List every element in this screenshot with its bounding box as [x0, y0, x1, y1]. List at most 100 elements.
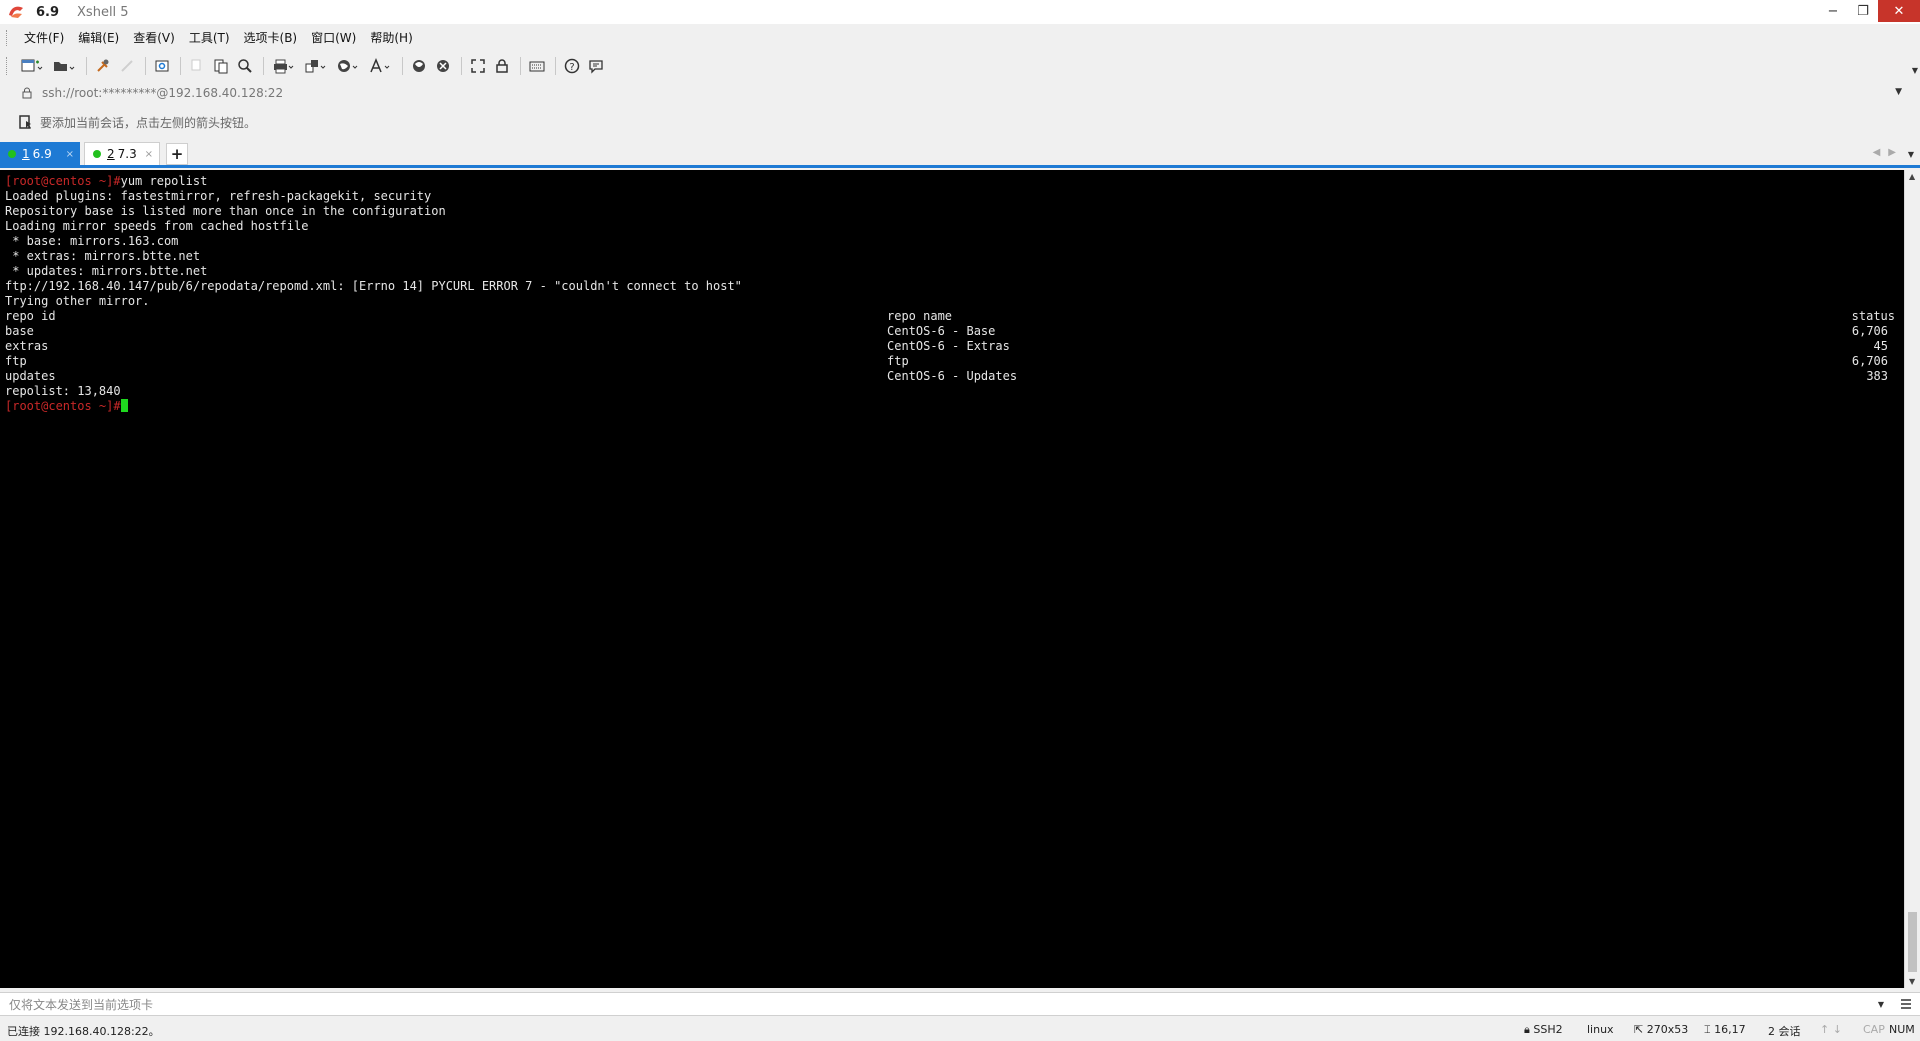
repo-id-cell: extras: [5, 339, 49, 353]
info-bar: 要添加当前会话，点击左侧的箭头按钮。: [10, 110, 1910, 134]
xshell-window: 6.9 Xshell 5 − ❐ ✕ 文件(F) 编辑(E) 查看(V) 工具(…: [0, 0, 1920, 1041]
globe-icon[interactable]: [333, 55, 363, 77]
resize-icon: ⇱: [1634, 1023, 1644, 1036]
terminal-line: * updates: mirrors.btte.net: [5, 264, 208, 278]
address-dropdown-icon[interactable]: ▼: [1895, 87, 1902, 97]
minimize-button[interactable]: −: [1818, 0, 1848, 22]
repo-status-header: status: [1851, 309, 1895, 323]
shell-prompt: [root@centos ~]#: [5, 174, 121, 188]
protocol-text: SSH2: [1533, 1023, 1563, 1036]
close-button[interactable]: ✕: [1878, 0, 1920, 22]
terminal-size-text: 270x53: [1646, 1023, 1689, 1036]
session-prev-icon[interactable]: ↑: [1820, 1023, 1829, 1036]
tab-number: 1: [22, 147, 30, 161]
scroll-down-icon[interactable]: ▼: [1909, 977, 1915, 986]
keyboard-icon[interactable]: [526, 55, 548, 77]
repo-id-header: repo id: [5, 309, 56, 323]
terminal-size-status: ⇱ 270x53: [1634, 1023, 1688, 1036]
repo-name-cell: CentOS-6 - Base: [887, 324, 996, 338]
terminal-line: Loading mirror speeds from cached hostfi…: [5, 219, 309, 233]
terminal-line: [root@centos ~]#: [5, 399, 128, 414]
toolbar-separator: [520, 57, 521, 75]
repo-status-cell: 383: [1866, 369, 1888, 383]
compose-dropdown-icon[interactable]: ▼: [1878, 1000, 1884, 1009]
repo-id-cell: base: [5, 324, 34, 338]
menu-tabs[interactable]: 选项卡(B): [237, 26, 305, 50]
menu-file[interactable]: 文件(F): [17, 26, 71, 50]
restore-button[interactable]: ❐: [1848, 0, 1878, 22]
terminal-scrollbar[interactable]: ▲ ▼: [1904, 170, 1920, 988]
properties-icon[interactable]: [151, 55, 173, 77]
shell-command: yum repolist: [120, 174, 208, 188]
tab-scroll-right-icon[interactable]: ▶: [1888, 147, 1896, 158]
terminal-line: Repository base is listed more than once…: [5, 204, 446, 218]
status-bar: 已连接 192.168.40.128:22。 🔒︎ SSH2 linux ⇱ 2…: [0, 1019, 1920, 1041]
tab-scroll-left-icon[interactable]: ◀: [1873, 147, 1881, 158]
repo-id-cell: ftp: [5, 354, 27, 368]
font-icon[interactable]: [365, 55, 395, 77]
chat-icon[interactable]: [585, 55, 607, 77]
address-bar[interactable]: ssh://root:*********@192.168.40.128:22 ▼: [10, 82, 1910, 104]
print-icon[interactable]: [269, 55, 299, 77]
transfer-icon[interactable]: [301, 55, 331, 77]
lock-icon[interactable]: [491, 55, 513, 77]
add-session-arrow-icon[interactable]: [18, 114, 34, 130]
compose-menu-icon[interactable]: [1898, 996, 1914, 1012]
protocol-status: 🔒︎ SSH2: [1524, 1023, 1563, 1037]
repo-name-cell: CentOS-6 - Updates: [887, 369, 1018, 383]
disconnect-icon[interactable]: [116, 55, 138, 77]
tab-scroll-controls: ◀ ▶: [1873, 147, 1896, 158]
title-bar: 6.9 Xshell 5 − ❐ ✕: [0, 0, 1920, 24]
tab-close-icon[interactable]: ×: [145, 149, 153, 160]
find-icon[interactable]: [234, 55, 256, 77]
menu-edit[interactable]: 编辑(E): [71, 26, 126, 50]
compose-bar[interactable]: 仅将文本发送到当前选项卡 ▼: [0, 992, 1920, 1016]
window-controls: − ❐ ✕: [1818, 0, 1920, 22]
terminal-line: repolist: 13,840: [5, 384, 121, 398]
repo-status-cell: 45: [1873, 339, 1888, 353]
scroll-up-icon[interactable]: ▲: [1909, 172, 1915, 181]
toolbar-separator: [402, 57, 403, 75]
repo-name-cell: CentOS-6 - Extras: [887, 339, 1010, 353]
new-session-icon[interactable]: [17, 55, 47, 77]
lock-icon: [20, 86, 34, 100]
toolbar-separator: [461, 57, 462, 75]
address-value[interactable]: ssh://root:*********@192.168.40.128:22: [42, 86, 283, 100]
tab-session-1[interactable]: 1 6.9 ×: [0, 142, 80, 166]
tab-close-icon[interactable]: ×: [66, 149, 74, 160]
tab-number: 2: [107, 147, 115, 161]
compose-input[interactable]: 仅将文本发送到当前选项卡: [9, 996, 153, 1013]
help-icon[interactable]: ?: [561, 55, 583, 77]
lock-icon: 🔒︎: [1524, 1023, 1530, 1036]
menu-help[interactable]: 帮助(H): [363, 26, 419, 50]
menu-window[interactable]: 窗口(W): [304, 26, 363, 50]
toolbar-overflow-icon[interactable]: ▼: [1912, 66, 1918, 75]
connected-status-icon: [93, 150, 101, 158]
terminal-output[interactable]: [root@centos ~]#yum repolist Loaded plug…: [0, 170, 1904, 988]
app-title: Xshell 5: [77, 4, 129, 20]
repo-id-cell: updates: [5, 369, 56, 383]
menu-tools[interactable]: 工具(T): [182, 26, 237, 50]
shell-prompt: [root@centos ~]#: [5, 399, 121, 413]
terminal-line: * base: mirrors.163.com: [5, 234, 179, 248]
xmanager-icon[interactable]: [432, 55, 454, 77]
toolbar-separator: [263, 57, 264, 75]
tab-session-2[interactable]: 2 7.3 ×: [84, 142, 160, 166]
fullscreen-icon[interactable]: [467, 55, 489, 77]
scrollbar-thumb[interactable]: [1908, 912, 1917, 972]
toolbar-separator: [555, 57, 556, 75]
terminal-line: Trying other mirror.: [5, 294, 150, 308]
menu-view[interactable]: 查看(V): [126, 26, 182, 50]
session-next-icon[interactable]: ↓: [1833, 1023, 1842, 1036]
copy-icon[interactable]: [186, 55, 208, 77]
toolbar-grip: [6, 57, 9, 75]
xftp-icon[interactable]: [408, 55, 430, 77]
tab-list-dropdown-icon[interactable]: ▼: [1908, 150, 1914, 159]
menu-grip: [6, 30, 9, 46]
open-folder-icon[interactable]: [49, 55, 79, 77]
terminal-line: * extras: mirrors.btte.net: [5, 249, 201, 263]
reconnect-icon[interactable]: [92, 55, 114, 77]
session-title: 6.9: [36, 4, 60, 20]
new-tab-button[interactable]: +: [166, 143, 188, 165]
paste-icon[interactable]: [210, 55, 232, 77]
